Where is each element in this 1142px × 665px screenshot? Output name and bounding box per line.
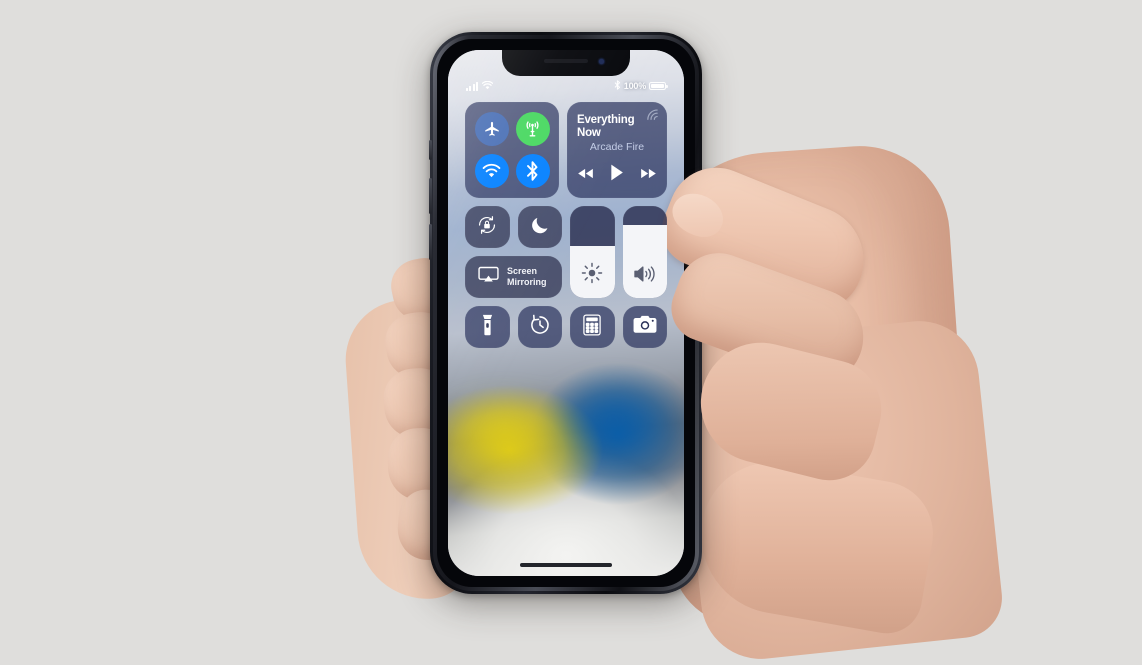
control-center-row-3 (465, 306, 667, 348)
wifi-icon (481, 80, 494, 92)
flashlight-button[interactable] (465, 306, 510, 348)
screen-mirroring-button[interactable]: Screen Mirroring (465, 256, 562, 298)
toggles-and-mirroring-column: Screen Mirroring (465, 206, 562, 298)
display-notch (502, 50, 630, 76)
hand-palm-lower (674, 315, 1006, 665)
wifi-toggle[interactable] (474, 154, 509, 188)
home-indicator[interactable] (520, 563, 612, 567)
mute-switch[interactable] (429, 140, 432, 160)
camera-icon (633, 315, 657, 339)
earpiece-speaker-icon (544, 59, 588, 63)
now-playing-title: Everything Now (577, 113, 635, 140)
airplane-icon (483, 120, 501, 138)
rotation-lock-toggle[interactable] (465, 206, 510, 248)
hand-thumb (688, 451, 942, 639)
bluetooth-icon (614, 80, 621, 92)
screen-mirroring-label: Screen Mirroring (507, 266, 547, 287)
speaker-volume-icon (623, 264, 668, 284)
iphone-device: 100% Everything Now Arcade Fire Screen M… (429, 32, 703, 594)
rewind-icon[interactable] (577, 166, 594, 184)
calculator-button[interactable] (570, 306, 615, 348)
sliders-column (570, 206, 667, 298)
bluetooth-toggle[interactable] (515, 154, 550, 188)
control-center-row-1: Everything Now Arcade Fire (465, 102, 667, 198)
status-bar-right: 100% (614, 80, 668, 92)
status-bar-left (466, 80, 494, 92)
bluetooth-icon (526, 161, 539, 181)
rotation-lock-icon (476, 214, 498, 241)
volume-up-button[interactable] (429, 178, 432, 214)
cellular-data-toggle[interactable] (515, 112, 550, 146)
timer-icon (529, 314, 551, 341)
front-camera-icon (599, 59, 604, 64)
now-playing-widget[interactable]: Everything Now Arcade Fire (567, 102, 667, 198)
do-not-disturb-toggle[interactable] (517, 206, 562, 248)
airplay-screen-icon (478, 266, 499, 288)
battery-percent-label: 100% (623, 81, 646, 91)
camera-button[interactable] (622, 306, 667, 348)
control-center: Everything Now Arcade Fire Screen Mirror… (465, 102, 667, 348)
now-playing-artist: Arcade Fire (589, 141, 645, 154)
airplay-waves-icon[interactable] (646, 108, 659, 126)
device-bezel: 100% Everything Now Arcade Fire Screen M… (437, 39, 695, 587)
brightness-sun-icon (570, 262, 615, 284)
flashlight-icon (482, 314, 493, 341)
battery-full-icon (649, 82, 668, 90)
moon-icon (530, 215, 550, 240)
play-icon[interactable] (610, 164, 624, 186)
fast-forward-icon[interactable] (640, 166, 657, 184)
screen-mirroring-label-line1: Screen (507, 266, 538, 277)
calculator-icon (583, 313, 601, 341)
wallpaper-blur-band (448, 376, 684, 513)
timer-button[interactable] (517, 306, 562, 348)
connectivity-tile-group (465, 102, 559, 198)
cellular-bars-icon (466, 81, 478, 91)
volume-down-button[interactable] (429, 224, 432, 260)
brightness-slider[interactable] (570, 206, 615, 298)
hand-knuckles (688, 330, 892, 490)
media-controls (577, 164, 657, 186)
control-center-row-2: Screen Mirroring (465, 206, 667, 298)
volume-slider-fill (622, 225, 667, 298)
toggle-pair (465, 206, 562, 248)
volume-slider[interactable] (622, 206, 668, 298)
device-screen[interactable]: 100% Everything Now Arcade Fire Screen M… (448, 50, 684, 576)
screen-mirroring-label-line2: Mirroring (507, 277, 547, 287)
wifi-icon (482, 163, 501, 179)
cellular-tower-icon (523, 120, 542, 139)
side-power-button[interactable] (700, 202, 703, 254)
airplane-mode-toggle[interactable] (474, 112, 509, 146)
scene-background: 100% Everything Now Arcade Fire Screen M… (0, 0, 1142, 665)
status-bar: 100% (448, 78, 684, 94)
